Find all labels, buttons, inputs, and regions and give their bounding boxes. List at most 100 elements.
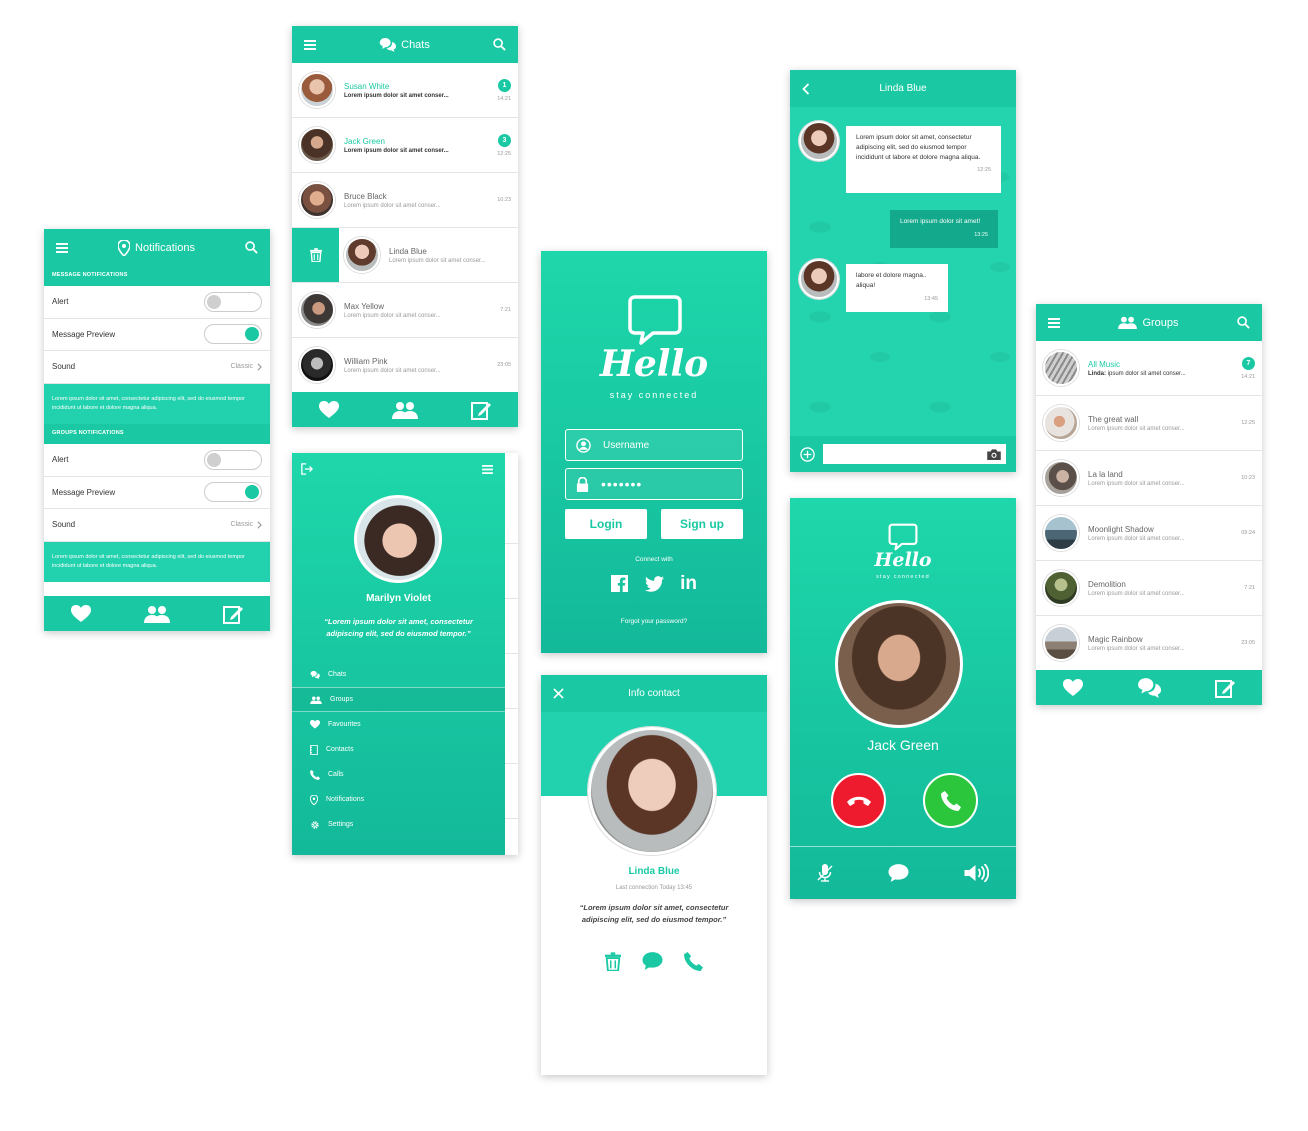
group-row[interactable]: All Music Linda: ipsum dolor sit amet con… xyxy=(1036,341,1262,396)
chat-preview: Lorem ipsum dolor sit amet conser... xyxy=(344,202,441,209)
message-alert-row: Alert xyxy=(44,286,270,319)
call-controls xyxy=(790,846,1016,899)
linkedin-icon[interactable]: in xyxy=(680,574,697,593)
menu-item-chats[interactable]: Chats xyxy=(292,662,505,687)
group-name: All Music xyxy=(1088,359,1121,369)
call-phone-icon[interactable] xyxy=(684,951,703,971)
chat-name: Jack Green xyxy=(344,136,385,146)
mute-mic-icon[interactable] xyxy=(817,864,833,882)
groups-title: Groups xyxy=(1142,316,1179,329)
menu-item-favourites[interactable]: Favourites xyxy=(292,712,505,737)
menu-icon[interactable] xyxy=(482,465,493,474)
signup-button[interactable]: Sign up xyxy=(661,509,743,539)
chevron-right-icon xyxy=(257,521,262,529)
speaker-icon[interactable] xyxy=(964,864,989,882)
delete-contact-trash-icon[interactable] xyxy=(605,951,621,971)
menu-icon[interactable] xyxy=(304,40,316,50)
chats-bubbles-icon[interactable] xyxy=(1137,678,1161,698)
group-row[interactable]: Demolition Lorem ipsum dolor sit amet con… xyxy=(1036,561,1262,616)
chats-header: Chats xyxy=(292,26,518,63)
chat-row-swiped[interactable]: Linda Blue Lorem ipsum dolor sit amet con… xyxy=(292,228,518,283)
forgot-password-link[interactable]: Forgot your password? xyxy=(541,618,767,625)
password-value: ••••••• xyxy=(601,476,643,492)
caller-name: Jack Green xyxy=(867,737,939,753)
message-input[interactable] xyxy=(823,444,1006,464)
groups-notifications-heading: GROUPS NOTIFICATIONS xyxy=(44,424,270,445)
menu-item-contacts[interactable]: Contacts xyxy=(292,737,505,762)
chat-row[interactable]: Max Yellow Lorem ipsum dolor sit amet con… xyxy=(292,283,518,338)
connect-with-label: Connect with xyxy=(635,556,673,563)
chat-row[interactable]: Jack Green Lorem ipsum dolor sit amet con… xyxy=(292,118,518,173)
menu-item-settings[interactable]: Settings xyxy=(292,812,505,837)
chat-name: Max Yellow xyxy=(344,301,385,311)
bottom-tab-bar xyxy=(1036,670,1262,705)
group-preview: Lorem ipsum dolor sit amet conser... xyxy=(1088,425,1185,432)
message-text: Lorem ipsum dolor sit amet! xyxy=(900,218,981,225)
message-bubble-icon[interactable] xyxy=(887,863,910,883)
group-row[interactable]: The great wall Lorem ipsum dolor sit amet… xyxy=(1036,396,1262,451)
contacts-users-icon[interactable] xyxy=(144,605,170,623)
group-name: Moonlight Shadow xyxy=(1088,524,1154,534)
login-button[interactable]: Login xyxy=(565,509,647,539)
chat-time: 23:05 xyxy=(497,362,511,368)
hello-logo-text: Hello xyxy=(874,549,932,571)
menu-icon[interactable] xyxy=(1048,318,1060,328)
menu-icon[interactable] xyxy=(56,243,68,253)
social-links: in xyxy=(611,574,697,593)
message-bubble-icon[interactable] xyxy=(641,951,664,971)
heart-icon xyxy=(310,720,320,729)
groups-preview-toggle[interactable] xyxy=(204,482,262,503)
search-icon[interactable] xyxy=(245,241,258,254)
contacts-users-icon[interactable] xyxy=(392,401,418,419)
last-connection: Last connection Today 13:45 xyxy=(615,885,693,891)
favourites-heart-icon[interactable] xyxy=(71,605,91,623)
favourites-heart-icon[interactable] xyxy=(1063,679,1083,697)
username-field[interactable]: Username xyxy=(565,429,743,461)
outgoing-message: Lorem ipsum dolor sit amet! 13:25 xyxy=(890,210,998,248)
search-icon[interactable] xyxy=(493,38,506,51)
add-attachment-icon[interactable] xyxy=(800,447,815,462)
compose-edit-icon[interactable] xyxy=(471,400,491,420)
chat-row[interactable]: Susan White Lorem ipsum dolor sit amet co… xyxy=(292,63,518,118)
search-icon[interactable] xyxy=(1237,316,1250,329)
message-preview-row: Message Preview xyxy=(44,319,270,351)
twitter-icon[interactable] xyxy=(645,575,664,592)
message-alert-toggle[interactable] xyxy=(204,291,262,312)
message-time: 13:45 xyxy=(924,295,938,302)
profile-name: Marilyn Violet xyxy=(366,593,431,604)
group-row[interactable]: La la land Lorem ipsum dolor sit amet con… xyxy=(1036,451,1262,506)
groups-preview-row: Message Preview xyxy=(44,477,270,510)
group-row[interactable]: Moonlight Shadow Lorem ipsum dolor sit am… xyxy=(1036,506,1262,561)
group-time: 14:21 xyxy=(1241,373,1255,380)
password-field[interactable]: ••••••• xyxy=(565,468,743,500)
group-preview: Lorem ipsum dolor sit amet conser... xyxy=(1088,535,1185,542)
favourites-heart-icon[interactable] xyxy=(319,401,339,419)
groups-sound-row[interactable]: Sound Classic xyxy=(44,509,270,542)
location-pin-icon xyxy=(310,795,318,805)
chat-row[interactable]: Bruce Black Lorem ipsum dolor sit amet co… xyxy=(292,173,518,228)
accept-call-button[interactable] xyxy=(923,773,978,828)
message-preview-toggle[interactable] xyxy=(204,324,262,345)
chat-bubbles-icon xyxy=(310,671,320,679)
location-pin-icon xyxy=(118,240,130,256)
group-preview: Linda: ipsum dolor sit amet conser... xyxy=(1088,371,1227,377)
profile-avatar xyxy=(354,495,442,583)
compose-edit-icon[interactable] xyxy=(223,604,243,624)
group-preview-sender: Linda: xyxy=(1088,370,1106,377)
avatar xyxy=(299,127,335,163)
chat-row[interactable]: William Pink Lorem ipsum dolor sit amet c… xyxy=(292,338,518,393)
compose-edit-icon[interactable] xyxy=(1215,678,1235,698)
logout-icon[interactable] xyxy=(301,463,313,475)
swipe-delete-action[interactable] xyxy=(292,228,339,282)
menu-item-calls[interactable]: Calls xyxy=(292,762,505,787)
groups-alert-toggle[interactable] xyxy=(204,449,262,470)
decline-call-button[interactable] xyxy=(831,773,886,828)
camera-icon[interactable] xyxy=(987,449,1001,460)
group-row[interactable]: Magic Rainbow Lorem ipsum dolor sit amet … xyxy=(1036,616,1262,671)
group-avatar xyxy=(1043,625,1079,661)
message-sound-row[interactable]: Sound Classic xyxy=(44,351,270,384)
message-text: labore et dolore magna.. aliqua! xyxy=(856,272,927,289)
menu-item-groups[interactable]: Groups xyxy=(292,687,505,712)
facebook-icon[interactable] xyxy=(611,575,628,592)
menu-item-notifications[interactable]: Notifications xyxy=(292,787,505,812)
